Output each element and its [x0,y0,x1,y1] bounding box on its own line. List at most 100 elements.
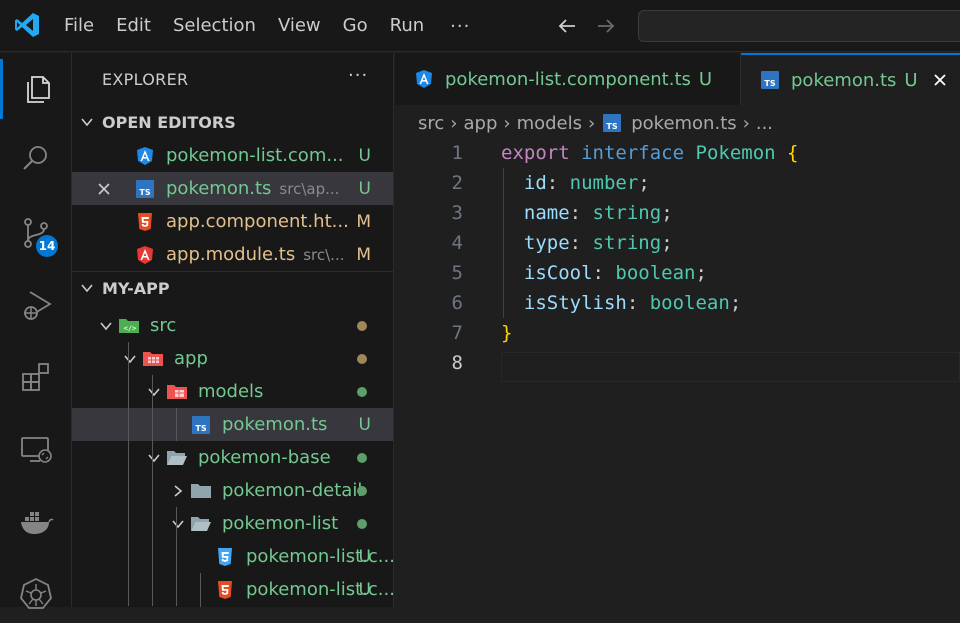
close-icon[interactable] [72,181,134,197]
svg-text:TS: TS [764,79,775,88]
project-label: MY-APP [102,278,170,298]
angular-icon [413,68,435,90]
search-activity[interactable] [0,129,72,189]
code-token: : [569,202,593,224]
menu-view[interactable]: View [278,0,321,52]
run-debug-activity[interactable] [0,275,72,335]
tree-item[interactable]: </> src [72,309,393,342]
open-editors-header[interactable]: OPEN EDITORS [72,107,393,137]
tree-item-label: src [150,315,177,336]
code-line: 4 type: string; [395,228,960,258]
code-line: 5 isCool: boolean; [395,258,960,288]
close-icon[interactable] [932,72,948,88]
menu-bar: File Edit Selection View Go Run ··· [64,0,470,52]
explorer-more-actions[interactable]: ··· [348,65,368,86]
open-editor-item[interactable]: app.module.ts src\... M [72,238,393,271]
code-text: type: string; [501,232,673,254]
git-status: U [358,579,371,600]
menu-file[interactable]: File [64,0,94,52]
tab-status: U [698,68,713,90]
tree-item[interactable]: TS pokemon.ts U [72,408,393,441]
breadcrumb-file[interactable]: pokemon.ts [631,113,736,134]
open-editor-item[interactable]: TS pokemon.ts src\ap... U [72,172,393,205]
line-number: 3 [451,202,463,224]
line-number: 4 [451,232,463,254]
code-editor[interactable]: 1 export interface Pokemon {2 id: number;… [395,138,960,607]
menu-go[interactable]: Go [343,0,368,52]
chevron-down-icon [166,517,190,531]
code-token: isStylish [523,292,627,314]
vscode-logo-icon [15,13,39,37]
back-arrow-icon[interactable] [555,14,579,38]
code-token: string [592,202,662,224]
code-line: 3 name: string; [395,198,960,228]
code-token: number [569,172,639,194]
indent-guide [152,375,153,606]
tree-item-label: app [174,348,208,369]
tree-item[interactable]: pokemon-list.c... U [72,540,393,573]
git-status: M [356,211,371,232]
line-number: 6 [451,292,463,314]
git-status-dot [357,320,367,331]
chevron-down-icon [142,385,166,399]
extensions-icon [22,363,49,391]
breadcrumb-symbol[interactable]: ... [756,113,773,134]
project-header[interactable]: MY-APP [72,273,393,303]
tree-item[interactable]: pokemon-detail [72,474,393,507]
tree-item[interactable]: pokemon-base [72,441,393,474]
breadcrumb-app[interactable]: app [463,113,497,134]
indent-guide [128,342,129,606]
menu-edit[interactable]: Edit [116,0,151,52]
tab-label: pokemon.ts [791,69,897,91]
menu-more[interactable]: ··· [450,16,470,37]
open-editor-item[interactable]: pokemon-list.com... U [72,139,393,172]
angular-icon [134,145,156,167]
code-text: name: string; [501,202,673,224]
menu-run[interactable]: Run [390,0,425,52]
docker-activity[interactable] [0,491,72,551]
line-number: 1 [451,142,463,164]
kubernetes-activity[interactable] [0,563,72,623]
code-token: ; [695,262,707,284]
code-token: export [501,142,570,164]
command-center-search[interactable] [638,10,960,42]
typescript-icon: TS [134,178,156,200]
code-token: } [501,322,513,344]
breadcrumb: src › app › models › TS pokemon.ts › ... [418,112,774,134]
tree-item[interactable]: models [72,375,393,408]
git-status-dot [357,386,367,397]
breadcrumb-models[interactable]: models [517,113,582,134]
git-status: U [358,546,371,567]
tab-pokemon-list-component[interactable]: pokemon-list.component.ts U [395,53,741,105]
explorer-title: EXPLORER [102,70,189,89]
menu-selection[interactable]: Selection [173,0,256,52]
forward-arrow-icon[interactable] [594,14,618,38]
file-name: pokemon-list.com... [166,145,344,166]
html-icon [214,579,236,601]
git-status: U [358,145,371,166]
explorer-sidebar: EXPLORER ··· OPEN EDITORS pokemon-list.c… [72,53,394,607]
git-status-dot [357,485,367,496]
extensions-activity[interactable] [0,347,72,407]
remote-explorer-activity[interactable] [0,419,72,479]
code-token: : [626,292,650,314]
tree-item[interactable]: app [72,342,393,375]
html-icon [134,211,156,233]
open-editor-item[interactable]: app.component.ht... M [72,205,393,238]
git-status: M [356,244,371,265]
code-token: ; [638,172,650,194]
tree-item[interactable]: pokemon-list.c... U [72,573,393,606]
tab-pokemon-ts[interactable]: TS pokemon.ts U [741,53,960,105]
folder-icon [190,480,212,502]
typescript-icon: TS [759,69,781,91]
explorer-activity[interactable] [0,59,72,119]
code-token: : [569,232,593,254]
tree-item[interactable]: pokemon-list [72,507,393,540]
breadcrumb-src[interactable]: src [418,113,444,134]
code-token: isCool [523,262,593,284]
indent-guide [176,507,177,606]
docker-icon [21,512,54,534]
source-control-activity[interactable]: 14 [0,203,72,263]
